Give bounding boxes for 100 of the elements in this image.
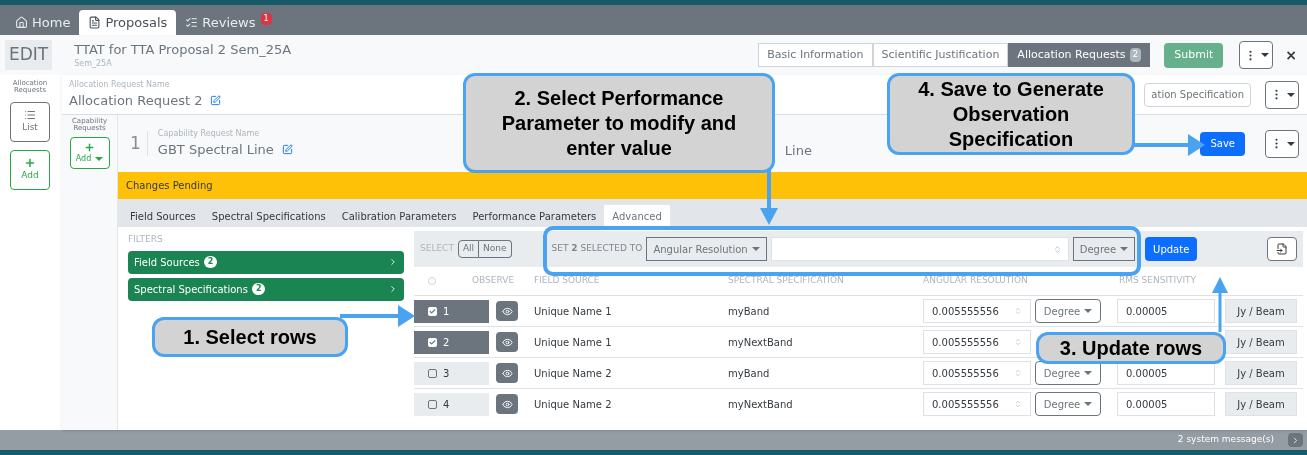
nav-tab[interactable]: Proposals [79,10,177,35]
caret-icon [1084,402,1093,406]
parameter-dropdown[interactable]: Angular Resolution [646,237,767,261]
column-header: ANGULAR RESOLUTION [923,274,1029,288]
tab[interactable]: Spectral Specifications [203,205,334,227]
more-button[interactable] [1265,80,1299,109]
home-icon [15,16,28,29]
unit-dropdown[interactable]: Degree [1072,237,1136,261]
unit-dropdown[interactable]: Degree [1035,299,1101,323]
observe-button[interactable] [496,394,518,414]
nav-tab[interactable]: Reviews 1 [176,10,281,35]
plus-icon [84,141,95,153]
observe-button[interactable] [496,363,518,383]
list-icon [185,16,199,29]
rms-input[interactable]: 0.00005 [1117,299,1215,323]
chevron-right-icon [1291,435,1300,445]
alert-text: Changes Pending [126,179,213,193]
unit-label: Jy / Beam [1225,392,1297,416]
row-checkbox[interactable] [428,306,437,316]
proposal-subtitle: Sem_25A [74,57,113,69]
submit-button[interactable]: Submit [1164,42,1224,68]
spinner-icon [1014,307,1022,315]
chevron-right-icon [388,257,398,267]
close-button[interactable]: × [1285,44,1297,66]
specification-button[interactable]: ation Specification [1144,82,1251,107]
table-cell-text: myBand [728,304,771,319]
unit-dropdown[interactable]: Degree [1035,392,1101,416]
table-cell-text: myBand [728,366,771,381]
callout: 2. Select Performance Parameter to modify and enter value [463,73,775,173]
value-input[interactable] [770,237,1069,261]
spinner-icon [1014,338,1022,346]
section-tab[interactable]: Scientific Justification [872,43,1009,67]
unit-label: Jy / Beam [1225,299,1297,323]
add-button[interactable]: Add [10,150,50,190]
caret-icon [1084,371,1093,375]
row-checkbox[interactable] [428,399,437,409]
column-header: SPECTRAL SPECIFICATION [728,274,845,288]
caret-icon [1286,141,1295,146]
row-select-cell[interactable]: 4 [414,392,489,416]
document-icon [88,16,102,29]
select-none-button[interactable]: None [479,240,512,258]
nav-tab[interactable]: Home [6,10,80,35]
row-select-cell[interactable]: 2 [414,330,489,354]
expand-button[interactable] [1288,433,1303,447]
filter-item[interactable]: Spectral Specifications 2 [128,277,404,301]
caret-icon [1286,92,1295,97]
filter-item[interactable]: Field Sources 2 [128,250,404,274]
row-select-cell[interactable]: 3 [414,361,489,385]
row-checkbox[interactable] [428,337,437,347]
table-cell-text: Unique Name 1 [534,304,613,319]
tab[interactable]: Calibration Parameters [333,205,465,227]
more-button[interactable] [1265,129,1299,158]
tab[interactable]: Performance Parameters [464,205,605,227]
observe-button[interactable] [496,332,518,352]
angular-input[interactable]: 0.005555556 [923,361,1031,385]
allocation-name: Allocation Request 2 [69,91,203,110]
set-selected-label: SET 2 SELECTED TO [551,242,643,256]
rms-input[interactable]: 0.00005 [1117,392,1215,416]
eye-icon [501,398,513,410]
check-icon [429,338,436,346]
section-tab[interactable]: Allocation Requests 2 [1008,43,1151,67]
column-header: OBSERVE [472,274,516,288]
caret-icon [1120,247,1129,251]
spinner-icon [1052,244,1062,254]
save-button[interactable]: Save [1200,131,1245,156]
list-button[interactable]: List [10,102,50,142]
column-header: FIELD SOURCE [534,274,601,288]
table-cell-text: Unique Name 2 [534,366,613,381]
edit-icon [281,144,293,155]
spinner-icon [1014,400,1022,408]
export-button[interactable] [1267,237,1297,261]
angular-input[interactable]: 0.005555556 [923,392,1031,416]
check-icon [429,307,436,315]
table-cell-text: Unique Name 2 [534,397,613,412]
row-select-cell[interactable]: 1 [414,299,489,323]
capability-name: GBT Spectral Line [157,140,274,159]
count-badge: 2 [1129,48,1142,62]
unit-label: Jy / Beam [1225,330,1297,354]
system-messages: 2 system message(s) [1177,433,1274,447]
more-button[interactable] [1239,41,1274,69]
caret-icon [751,247,760,251]
angular-input[interactable]: 0.005555556 [923,330,1031,354]
list-icon [24,109,36,122]
row-number: 3 [443,366,450,381]
observe-button[interactable] [496,301,518,321]
select-label: SELECT [420,242,454,256]
tab[interactable]: Advanced [604,205,670,227]
angular-input[interactable]: 0.005555556 [923,299,1031,323]
table-cell-text: Unique Name 1 [534,335,613,350]
row-checkbox[interactable] [428,368,437,378]
section-tab[interactable]: Basic Information [758,43,873,67]
row-number: 1 [443,304,450,319]
count-badge: 2 [251,283,266,295]
add-button[interactable]: Add [69,137,110,169]
unit-label: Jy / Beam [1225,361,1297,385]
eye-icon [501,367,513,379]
tab[interactable]: Field Sources [122,205,204,227]
column-header: RMS SENSITIVITY [1119,274,1197,288]
update-button[interactable]: Update [1145,237,1198,261]
select-all-button[interactable]: All [457,240,480,258]
